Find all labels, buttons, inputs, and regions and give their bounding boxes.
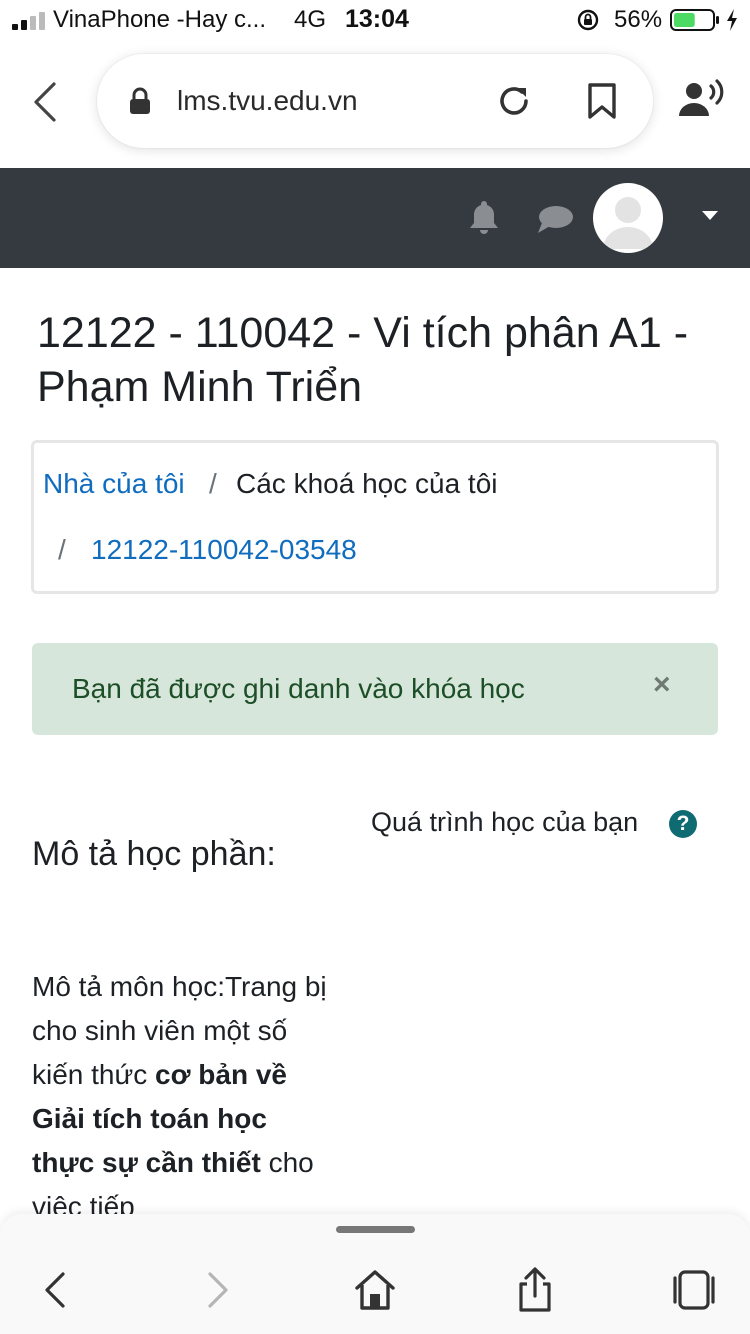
browser-toolbar: lms.tvu.edu.vn	[0, 40, 750, 168]
site-navbar	[0, 168, 750, 268]
user-icon	[603, 197, 653, 249]
battery-icon	[670, 9, 719, 31]
enrolment-alert: Bạn đã được ghi danh vào khóa học ×	[32, 643, 718, 735]
alert-message: Bạn đã được ghi danh vào khóa học	[72, 673, 525, 704]
nav-forward-icon[interactable]	[192, 1266, 240, 1314]
status-bar: VinaPhone -Hay c... 4G 13:04 56%	[0, 0, 750, 40]
status-time: 13:04	[345, 5, 409, 33]
notification-bell-icon[interactable]	[468, 199, 500, 235]
breadcrumb-course-link[interactable]: 12122-110042-03548	[91, 534, 357, 566]
user-menu-caret-icon[interactable]	[702, 211, 718, 220]
breadcrumb-separator: /	[209, 468, 217, 499]
carrier-name: VinaPhone -Hay c...	[53, 6, 267, 33]
charging-bolt-icon	[727, 9, 737, 31]
url-text[interactable]: lms.tvu.edu.vn	[177, 85, 358, 117]
reload-icon[interactable]	[495, 82, 533, 120]
description-heading: Mô tả học phần:	[32, 835, 276, 873]
network-type: 4G	[294, 6, 327, 33]
user-avatar[interactable]	[593, 183, 663, 253]
page-title: 12122 - 110042 - Vi tích phân A1 - Phạm …	[37, 309, 689, 411]
lock-icon	[130, 87, 150, 114]
breadcrumb-my-courses: Các khoá học của tôi	[236, 468, 498, 499]
signal-strength-icon	[12, 12, 45, 30]
alert-close-button[interactable]: ×	[653, 670, 671, 700]
breadcrumb: Nhà của tôi / Các khoá học của tôi / 121…	[31, 440, 719, 594]
help-icon[interactable]: ?	[669, 810, 697, 838]
breadcrumb-home-link[interactable]: Nhà của tôi	[43, 468, 185, 500]
tabs-icon[interactable]	[670, 1266, 718, 1314]
toolbar-grab-handle[interactable]	[336, 1226, 415, 1233]
voice-reader-icon[interactable]	[677, 78, 725, 120]
description-text: Mô tả môn học:Trang bị cho sinh viên một…	[32, 965, 332, 1229]
share-icon[interactable]	[511, 1266, 559, 1314]
course-progress-label: Quá trình học của bạn	[371, 807, 639, 837]
address-bar[interactable]: lms.tvu.edu.vn	[97, 54, 653, 148]
browser-bottom-toolbar	[0, 1214, 750, 1334]
battery-percent: 56%	[614, 6, 663, 33]
breadcrumb-separator: /	[58, 534, 66, 565]
messages-icon[interactable]	[536, 204, 574, 234]
home-icon[interactable]	[351, 1266, 399, 1314]
bookmark-icon[interactable]	[587, 82, 617, 120]
browser-back-icon[interactable]	[28, 80, 64, 124]
rotation-lock-icon	[577, 9, 599, 31]
nav-back-icon[interactable]	[33, 1266, 81, 1314]
